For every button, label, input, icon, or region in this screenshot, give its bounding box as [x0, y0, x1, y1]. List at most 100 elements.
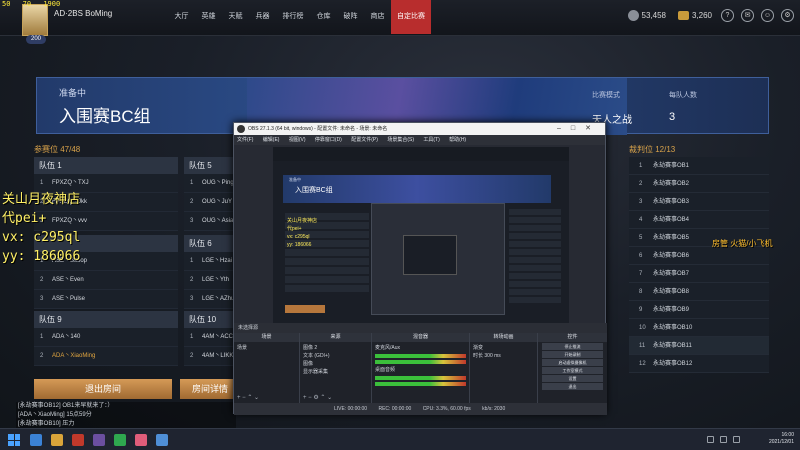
- source-item[interactable]: 显示器采集: [303, 368, 368, 376]
- menu-file[interactable]: 文件(F): [237, 137, 253, 143]
- obs-titlebar[interactable]: OBS 27.1.3 (64 bit, windows) - 配置文件: 未命名…: [234, 123, 605, 135]
- duration-input[interactable]: 300 ms: [484, 353, 500, 359]
- nav-storage[interactable]: 仓库: [310, 0, 337, 34]
- controls-dock-title: 控件: [538, 333, 607, 342]
- volume-icon[interactable]: [720, 436, 727, 443]
- referee-row[interactable]: 10 永劫赛事OB10: [629, 319, 769, 337]
- obs-app-icon[interactable]: [93, 434, 105, 446]
- member-name: ASE丶Even: [52, 277, 84, 283]
- referee-slot: 2: [639, 181, 643, 187]
- player-level-badge: 200: [26, 35, 46, 44]
- transitions-dock-title: 转场动画: [470, 333, 537, 342]
- studio-mode-button[interactable]: 工作室模式: [542, 367, 603, 374]
- referee-row[interactable]: 9 永劫赛事OB9: [629, 301, 769, 319]
- menu-view[interactable]: 视图(V): [289, 137, 306, 143]
- referee-name: 永劫赛事OB12: [653, 361, 693, 367]
- member-slot: 2: [40, 353, 44, 359]
- settings-icon[interactable]: ⚙: [781, 9, 794, 22]
- preview-row: [509, 273, 561, 279]
- preview-status: 准备中: [289, 177, 301, 182]
- team-name: 队伍 1: [34, 157, 178, 174]
- preview-row: [285, 276, 369, 283]
- preview-row: [285, 258, 369, 265]
- top-bar: 200 AD·2BS BoMing 50 70 1900 大厅 英雄 天赋 兵器…: [0, 0, 800, 44]
- player-name: AD·2BS BoMing: [54, 9, 113, 18]
- chat-app-icon[interactable]: [114, 434, 126, 446]
- nav-custom-match[interactable]: 自定比赛: [391, 0, 431, 34]
- menu-help[interactable]: 帮助(H): [449, 137, 466, 143]
- team-card[interactable]: 队伍 9 1 ADA丶140 2 ADA丶XiaoMing: [34, 311, 178, 366]
- scenes-dock-toolbar[interactable]: + − ⌃ ⌄: [237, 394, 259, 401]
- scenes-dock-title: 场景: [234, 333, 299, 342]
- streamer-line: vx: c295ql: [2, 230, 81, 245]
- start-recording-button[interactable]: 开始录制: [542, 351, 603, 358]
- nav-lobby[interactable]: 大厅: [168, 0, 195, 34]
- obs-statusbar: LIVE: 00:00:00 REC: 00:00:00 CPU: 3.3%, …: [234, 403, 607, 415]
- referee-row[interactable]: 4 永劫赛事OB4: [629, 211, 769, 229]
- help-icon[interactable]: ?: [721, 9, 734, 22]
- referee-row[interactable]: 12 永劫赛事OB12: [629, 355, 769, 373]
- referee-name: 永劫赛事OB11: [653, 343, 692, 349]
- settings-button[interactable]: 设置: [542, 375, 603, 382]
- virtual-camera-button[interactable]: 启动虚拟摄像机: [542, 359, 603, 366]
- audio-meter: [375, 354, 466, 358]
- file-explorer-icon[interactable]: [51, 434, 63, 446]
- nav-weapons[interactable]: 兵器: [249, 0, 276, 34]
- referee-slot: 5: [639, 235, 643, 241]
- menu-tools[interactable]: 工具(T): [423, 137, 439, 143]
- referee-row[interactable]: 8 永劫赛事OB8: [629, 283, 769, 301]
- player-avatar[interactable]: [22, 4, 48, 36]
- game-launcher-icon[interactable]: [72, 434, 84, 446]
- sources-dock-toolbar[interactable]: + − ⚙ ⌃ ⌄: [303, 394, 332, 401]
- gold-amount: 3,260: [691, 11, 712, 20]
- leave-room-button[interactable]: 退出房间: [34, 379, 172, 399]
- menu-edit[interactable]: 编辑(E): [263, 137, 280, 143]
- system-tray: [701, 436, 740, 443]
- friends-icon[interactable]: ☺: [761, 9, 774, 22]
- source-item[interactable]: 文本 (GDI+): [303, 352, 368, 360]
- room-details-button[interactable]: 房间详情: [180, 379, 240, 399]
- referee-row[interactable]: 1 永劫赛事OB1: [629, 157, 769, 175]
- source-item[interactable]: 图像 2: [303, 344, 368, 352]
- member-name: ASE丶Pulse: [52, 296, 86, 302]
- scenes-dock: 场景 场景 + − ⌃ ⌄: [234, 333, 300, 403]
- preview-leave-button: [285, 305, 325, 313]
- nav-breakthrough[interactable]: 破阵: [337, 0, 364, 34]
- referee-row[interactable]: 11 永劫赛事OB11: [629, 337, 769, 355]
- member-name: LGE丶Hzai: [202, 258, 233, 264]
- network-icon[interactable]: [707, 436, 714, 443]
- menu-scene-collection[interactable]: 场景集合(S): [387, 137, 414, 143]
- exit-button[interactable]: 退出: [542, 383, 603, 390]
- nav-leaderboard[interactable]: 排行榜: [276, 0, 310, 34]
- menu-profile[interactable]: 配置文件(P): [351, 137, 378, 143]
- menu-docks[interactable]: 停靠窗口(D): [315, 137, 342, 143]
- preview-row: [509, 281, 561, 287]
- system-clock[interactable]: 16:00 2021/12/01: [769, 432, 794, 446]
- input-method-icon[interactable]: [733, 436, 740, 443]
- match-title: 入围赛BC组: [59, 107, 151, 126]
- nav-talents[interactable]: 天赋: [222, 0, 249, 34]
- referee-row[interactable]: 6 永劫赛事OB6: [629, 247, 769, 265]
- nav-heroes[interactable]: 英雄: [195, 0, 222, 34]
- mixer-channel-label: 桌面音频: [375, 367, 396, 373]
- nav-shop[interactable]: 商店: [364, 0, 391, 34]
- start-menu-icon[interactable]: [8, 434, 20, 446]
- obs-preview[interactable]: 准备中 入围赛BC组 关山月夜神店 代pei+ vx: c295ql yy: 1…: [273, 147, 569, 323]
- source-item[interactable]: 图像: [303, 360, 368, 368]
- preview-row: [509, 225, 561, 231]
- referee-row[interactable]: 2 永劫赛事OB2: [629, 175, 769, 193]
- stop-stream-button[interactable]: 停止推流: [542, 343, 603, 350]
- audio-volume-slider[interactable]: [375, 382, 466, 386]
- referee-row[interactable]: 3 永劫赛事OB3: [629, 193, 769, 211]
- audio-volume-slider[interactable]: [375, 360, 466, 364]
- transition-select[interactable]: 渐变: [473, 344, 534, 352]
- browser-icon[interactable]: [135, 434, 147, 446]
- search-icon[interactable]: [30, 434, 42, 446]
- window-controls[interactable]: –□✕: [557, 123, 601, 135]
- mail-icon[interactable]: ✉: [741, 9, 754, 22]
- referee-row[interactable]: 7 永劫赛事OB7: [629, 265, 769, 283]
- preview-row: [509, 233, 561, 239]
- stream-app-icon[interactable]: [156, 434, 168, 446]
- referee-name: 永劫赛事OB5: [653, 235, 690, 241]
- scene-item[interactable]: 场景: [237, 344, 296, 352]
